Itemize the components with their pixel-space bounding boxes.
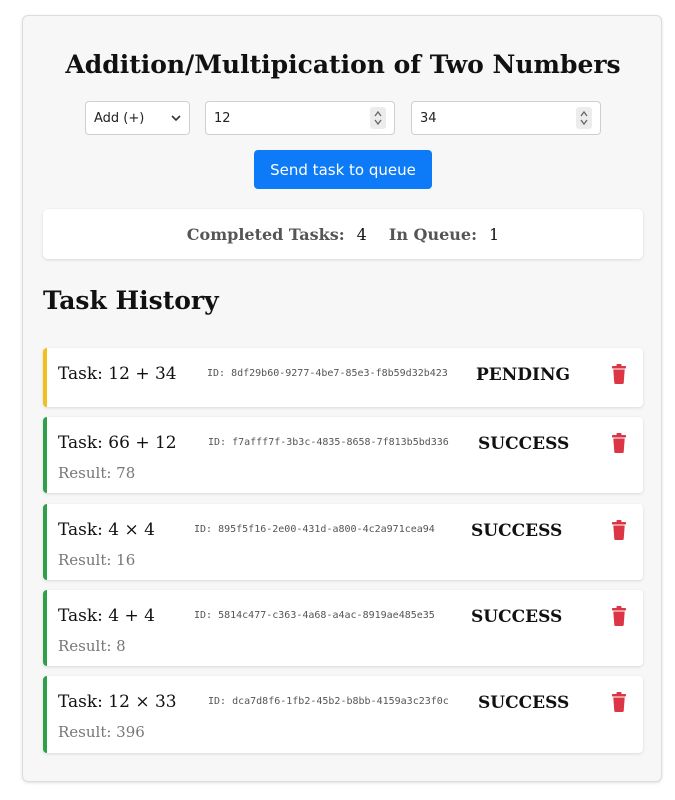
task-result: Result: 396: [58, 723, 145, 741]
task-name: Task: 12 × 33: [58, 692, 177, 712]
task-id: ID: f7afff7f-3b3c-4835-8658-7f813b5bd336: [208, 437, 449, 448]
chevron-down-icon: [171, 111, 181, 126]
number1-input[interactable]: 12: [205, 101, 395, 135]
task-result: Result: 78: [58, 464, 136, 482]
task-name: Task: 4 × 4: [58, 520, 155, 540]
task-history-heading: Task History: [43, 286, 219, 315]
task-card: Addition/Multipication of Two Numbers Ad…: [22, 15, 662, 782]
operation-select-value: Add (+): [94, 110, 145, 126]
task-id: ID: 5814c477-c363-4a68-a4ac-8919ae485e35: [194, 610, 435, 621]
task-result: Result: 8: [58, 637, 126, 655]
trash-icon[interactable]: [611, 692, 627, 712]
trash-icon[interactable]: [611, 520, 627, 540]
task-item: Task: 4 + 4 ID: 5814c477-c363-4a68-a4ac-…: [43, 590, 643, 666]
in-queue-count: 1: [489, 224, 500, 244]
task-item: Task: 66 + 12 ID: f7afff7f-3b3c-4835-865…: [43, 417, 643, 493]
task-status: SUCCESS: [478, 693, 570, 713]
task-name: Task: 66 + 12: [58, 433, 177, 453]
number1-value: 12: [214, 110, 231, 126]
stats-bar: Completed Tasks: 4 In Queue: 1: [43, 209, 643, 259]
completed-tasks-label: Completed Tasks:: [186, 224, 345, 244]
trash-icon[interactable]: [611, 364, 627, 384]
number2-value: 34: [420, 110, 437, 126]
task-item: Task: 12 + 34 ID: 8df29b60-9277-4be7-85e…: [43, 348, 643, 407]
task-id: ID: dca7d8f6-1fb2-45b2-b8bb-4159a3c23f0c: [208, 696, 449, 707]
task-status: PENDING: [476, 365, 571, 385]
send-task-button[interactable]: Send task to queue: [254, 150, 432, 189]
task-id: ID: 8df29b60-9277-4be7-85e3-f8b59d32b423: [207, 368, 448, 379]
page-title: Addition/Multipication of Two Numbers: [65, 50, 621, 79]
number1-spinner-icon[interactable]: [370, 107, 386, 129]
task-result: Result: 16: [58, 551, 136, 569]
task-name: Task: 4 + 4: [58, 606, 155, 626]
trash-icon[interactable]: [611, 606, 627, 626]
task-id: ID: 895f5f16-2e00-431d-a800-4c2a971cea94: [194, 524, 435, 535]
task-item: Task: 12 × 33 ID: dca7d8f6-1fb2-45b2-b8b…: [43, 676, 643, 753]
task-item: Task: 4 × 4 ID: 895f5f16-2e00-431d-a800-…: [43, 504, 643, 580]
task-status: SUCCESS: [478, 434, 570, 454]
trash-icon[interactable]: [611, 433, 627, 453]
number2-input[interactable]: 34: [411, 101, 601, 135]
task-status: SUCCESS: [471, 521, 563, 541]
number2-spinner-icon[interactable]: [576, 107, 592, 129]
task-name: Task: 12 + 34: [58, 364, 177, 384]
completed-tasks-count: 4: [356, 224, 367, 244]
operation-select[interactable]: Add (+): [85, 101, 190, 135]
in-queue-label: In Queue:: [388, 224, 477, 244]
task-status: SUCCESS: [471, 607, 563, 627]
